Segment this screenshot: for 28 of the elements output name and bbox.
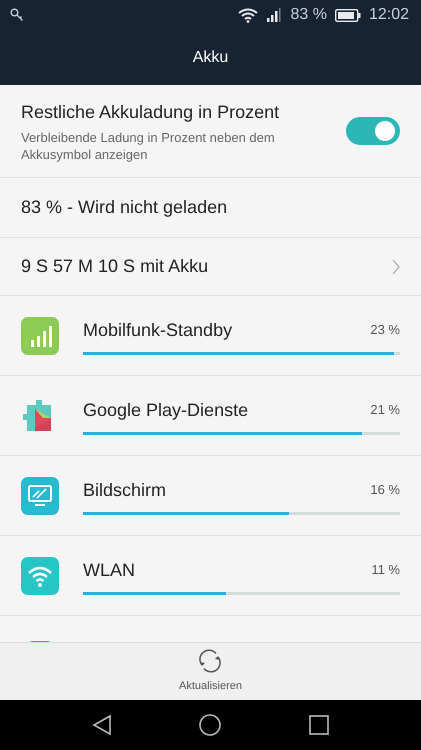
app-name: Bildschirm (83, 478, 166, 502)
usage-percent: 16 % (370, 481, 400, 500)
battery-time: 9 S 57 M 10 S mit Akku (21, 255, 208, 278)
usage-percent: 11 % (371, 561, 400, 580)
wifi-icon (21, 556, 59, 594)
cellular-icon (21, 316, 59, 354)
refresh-icon (197, 648, 224, 674)
back-icon[interactable] (92, 714, 112, 736)
refresh-button[interactable]: Aktualisieren (179, 648, 242, 695)
usage-percent: 21 % (370, 401, 400, 420)
wifi-icon (238, 8, 258, 22)
signal-icon (266, 8, 282, 22)
app-name: WLAN (83, 558, 136, 582)
screen-title: Akku (192, 48, 228, 68)
app-name: Mobilfunk-Standby (83, 318, 232, 342)
app-name: Google Play-Dienste (83, 398, 248, 422)
clock-time: 12:02 (368, 5, 409, 25)
usage-percent: 23 % (370, 321, 400, 340)
key-icon (10, 8, 24, 22)
screen-icon (21, 476, 59, 514)
home-icon[interactable] (199, 714, 222, 736)
battery-percent: 83 % (290, 5, 327, 25)
setting-title: Restliche Akkuladung in Prozent (21, 100, 280, 124)
battery-icon (334, 8, 361, 22)
charge-status: 83 % - Wird nicht geladen (21, 196, 228, 219)
setting-description: Verbleibende Ladung in Prozent neben dem Akkusymbol anzeigen (21, 130, 276, 164)
recents-icon[interactable] (309, 715, 330, 735)
toggle-switch[interactable] (346, 117, 400, 145)
